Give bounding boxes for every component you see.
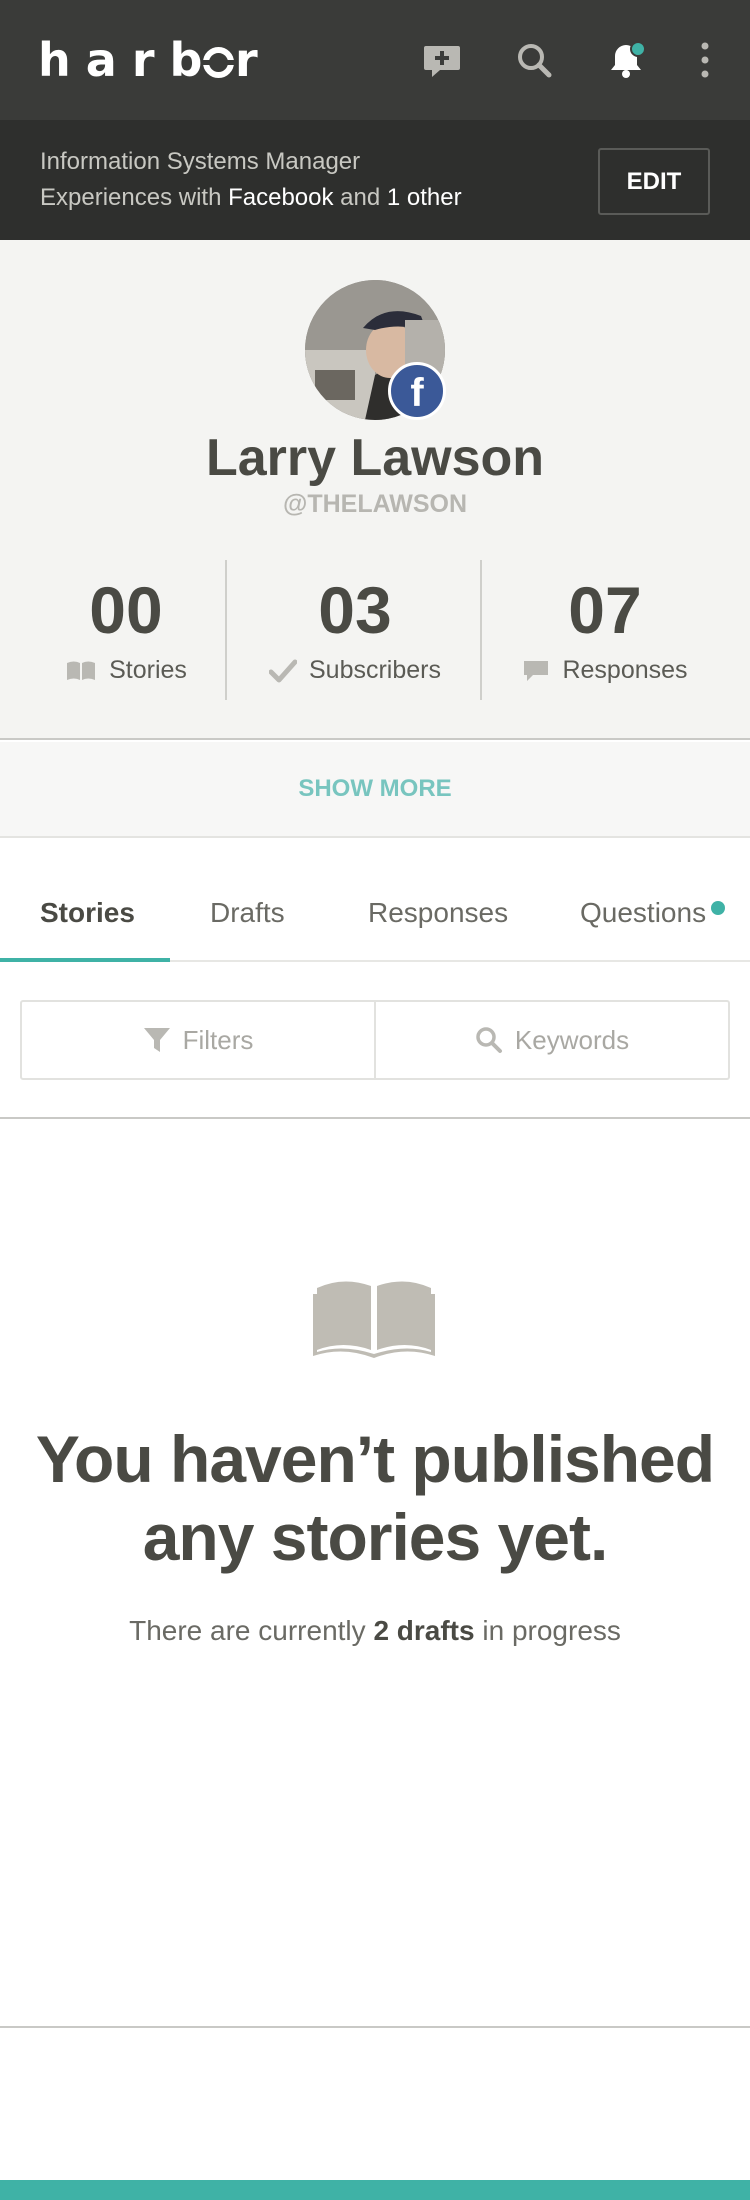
stat-responses-label: Responses (562, 656, 688, 684)
questions-notification-dot (711, 901, 725, 915)
filter-bar: Filters Keywords (20, 1000, 730, 1080)
section-divider (0, 1117, 750, 1119)
empty-state-title: You haven’t published any stories yet. (35, 1422, 715, 1574)
stat-subscribers[interactable]: 03 Subscribers (240, 568, 470, 685)
facebook-badge-icon: f (388, 362, 446, 420)
harbor-logo[interactable]: h a r br (38, 34, 258, 86)
empty-state-subtitle: There are currently 2 drafts in progress (129, 1615, 621, 1646)
stat-responses[interactable]: 07 Responses (500, 568, 710, 685)
experience-other-link[interactable]: 1 other (387, 184, 462, 211)
profile-name: Larry Lawson (205, 429, 545, 487)
profile-handle: @THELAWSON (282, 490, 468, 518)
stat-subscribers-label: Subscribers (309, 656, 441, 684)
tab-questions[interactable]: Questions (580, 897, 706, 929)
search-icon (476, 1027, 502, 1053)
experience-facebook-link[interactable]: Facebook (228, 184, 333, 211)
footer-divider (0, 2026, 750, 2028)
bottom-accent-bar (0, 2180, 750, 2200)
tab-stories[interactable]: Stories (40, 897, 135, 929)
stat-responses-value: 07 (568, 573, 642, 647)
book-icon (67, 661, 96, 680)
edit-profile-button[interactable]: EDIT (598, 148, 710, 215)
stat-stories-value: 00 (89, 573, 163, 647)
show-more-button[interactable]: SHOW MORE (0, 742, 750, 838)
keywords-search-input[interactable]: Keywords (374, 1002, 728, 1078)
more-vertical-icon[interactable] (690, 40, 720, 80)
active-tab-indicator (0, 958, 170, 962)
speech-bubble-icon (524, 660, 549, 681)
filters-label: Filters (182, 1024, 254, 1055)
tab-responses[interactable]: Responses (368, 897, 508, 929)
filters-button[interactable]: Filters (22, 1002, 374, 1078)
funnel-icon (143, 1028, 170, 1052)
stat-divider (480, 560, 482, 700)
drafts-count-link[interactable]: 2 drafts (373, 1615, 474, 1646)
stat-stories[interactable]: 00 Stories (40, 568, 212, 685)
check-icon (269, 659, 297, 682)
tab-drafts[interactable]: Drafts (210, 897, 285, 929)
notification-dot (630, 41, 646, 57)
keywords-label: Keywords (514, 1024, 630, 1055)
bio-title: Information Systems Manager (40, 148, 361, 175)
stat-stories-label: Stories (109, 656, 187, 684)
bio-experiences: Experiences with Facebook and 1 other (40, 184, 462, 211)
compose-icon[interactable] (422, 40, 462, 80)
search-icon[interactable] (514, 40, 554, 80)
stat-divider (225, 560, 227, 700)
stat-subscribers-value: 03 (318, 573, 392, 647)
open-book-icon (313, 1281, 435, 1358)
